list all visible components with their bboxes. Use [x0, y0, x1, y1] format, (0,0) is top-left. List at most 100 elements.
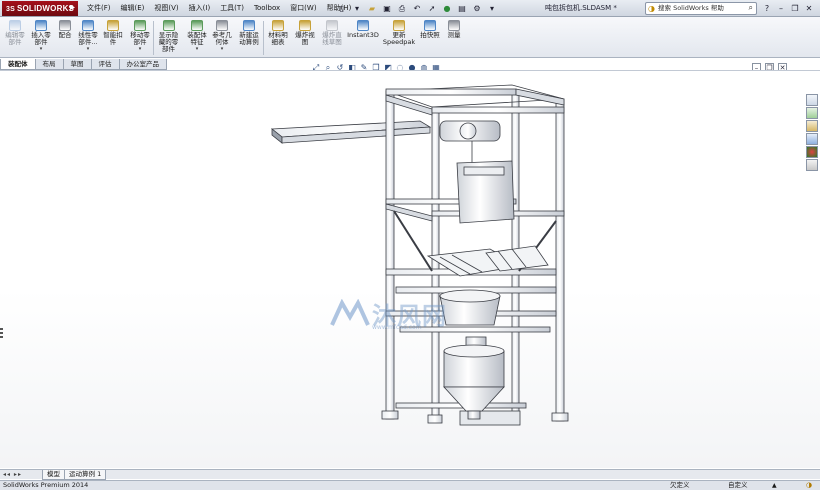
menu-view[interactable]: 视图(V): [149, 0, 183, 17]
file-properties-icon[interactable]: ▤: [455, 2, 469, 15]
show-hidden-icon: [162, 20, 175, 31]
help-question-icon[interactable]: ?: [762, 3, 772, 15]
update-speedpak-button[interactable]: 更新 Speedpak: [382, 20, 416, 58]
task-pane-tabs: [806, 94, 818, 171]
mate-button[interactable]: 配合: [55, 20, 75, 58]
close-icon[interactable]: ✕: [804, 3, 814, 15]
exploded-view-icon: [299, 20, 311, 31]
bottom-tabs: ◂◂ ▸▸ 模型 运动算例 1: [0, 469, 820, 480]
file-explorer-icon[interactable]: [806, 120, 818, 132]
unit-system[interactable]: 自定义: [728, 481, 748, 490]
panel-resize-handle[interactable]: [0, 328, 4, 344]
options-icon[interactable]: ⚙: [470, 2, 484, 15]
view-palette-icon[interactable]: [806, 133, 818, 145]
menu-toolbox[interactable]: Toolbox: [249, 0, 285, 17]
undo-icon[interactable]: ↶: [410, 2, 424, 15]
chevron-up-icon[interactable]: ▲: [772, 481, 777, 490]
product-name: SolidWorks Premium 2014: [3, 481, 89, 489]
design-library-icon[interactable]: [806, 107, 818, 119]
tab-scroll-arrows-icon[interactable]: ◂◂ ▸▸: [3, 470, 22, 479]
speedpak-icon: [393, 20, 405, 31]
reference-geometry-button[interactable]: 参考几 何体 ▾: [210, 20, 234, 58]
chevron-right-icon: ▶: [70, 5, 75, 11]
chevron-down-icon[interactable]: ▾: [350, 2, 364, 15]
graphics-area[interactable]: 沐风网 www.mfcad.com Y X: [0, 70, 820, 490]
explode-line-sketch-icon: [326, 20, 338, 31]
take-snapshot-button[interactable]: 拍快照: [418, 20, 442, 58]
measure-button[interactable]: 测量: [443, 20, 465, 58]
quick-access-toolbar: ▯ ▾ ▰ ▣ ⎙ ↶ ➚ ● ▤ ⚙ ▾: [335, 1, 499, 16]
help-search-placeholder: 搜索 SolidWorks 帮助: [658, 4, 724, 12]
new-motion-study-button[interactable]: 新建运 动算例: [236, 20, 262, 58]
insert-component-icon: [35, 20, 47, 31]
solidworks-logo[interactable]: 3S SOLIDWORKS ▶: [2, 1, 78, 16]
brand-name: SOLIDWORKS: [16, 4, 75, 13]
open-folder-icon[interactable]: ▰: [365, 2, 379, 15]
assembly-model[interactable]: [0, 71, 820, 469]
instant3d-icon: [357, 20, 369, 31]
help-search-input[interactable]: ◑ 搜索 SolidWorks 帮助 ⌕: [645, 2, 757, 15]
explode-line-sketch-button[interactable]: 爆炸直 线草图: [318, 20, 346, 58]
search-icon[interactable]: ⌕: [749, 2, 753, 13]
save-icon[interactable]: ▣: [380, 2, 394, 15]
exploded-view-button[interactable]: 爆炸视 图: [292, 20, 318, 58]
separator: [153, 21, 154, 55]
print-icon[interactable]: ⎙: [395, 2, 409, 15]
tab-model[interactable]: 模型: [42, 470, 65, 480]
smart-fastener-icon: [107, 20, 119, 31]
ds-logo-icon: 3S: [6, 6, 15, 13]
watermark-logo-icon: [330, 298, 370, 329]
window-controls: ? – ❐ ✕: [762, 0, 814, 17]
tab-sketch[interactable]: 草图: [62, 59, 92, 70]
camera-icon: [424, 20, 436, 31]
menu-window[interactable]: 窗口(W): [285, 0, 321, 17]
bill-of-materials-icon: [272, 20, 284, 31]
watermark-url: www.mfcad.com: [372, 324, 422, 331]
move-component-button[interactable]: 移动零 部件 ▾: [126, 20, 154, 58]
select-icon[interactable]: ➚: [425, 2, 439, 15]
new-document-icon[interactable]: ▯: [335, 2, 349, 15]
assembly-features-button[interactable]: 装配体 特征 ▾: [184, 20, 210, 58]
help-icon[interactable]: ◑: [806, 481, 812, 490]
insert-component-button[interactable]: 插入零 部件 ▾: [28, 20, 54, 58]
custom-properties-icon[interactable]: [806, 159, 818, 171]
chevron-down-icon[interactable]: ▾: [28, 46, 54, 53]
appearances-icon[interactable]: [806, 146, 818, 158]
menu-file[interactable]: 文件(F): [82, 0, 116, 17]
help-icon: ◑: [648, 4, 655, 13]
bill-of-materials-button[interactable]: 材料明 细表: [265, 20, 291, 58]
menu-tools[interactable]: 工具(T): [215, 0, 249, 17]
linear-pattern-button[interactable]: 线性零 部件... ▾: [74, 20, 102, 58]
tab-evaluate[interactable]: 评估: [90, 59, 120, 70]
assembly-features-icon: [191, 20, 203, 31]
show-hidden-components-button[interactable]: 显示隐 藏的零 部件: [155, 20, 182, 58]
separator: [263, 21, 264, 55]
reference-geometry-icon: [216, 20, 228, 31]
document-title: 吨包拆包机.SLDASM *: [545, 4, 617, 12]
motion-study-icon: [243, 20, 255, 31]
rebuild-icon[interactable]: ●: [440, 2, 454, 15]
instant3d-button[interactable]: Instant3D: [346, 20, 380, 58]
edit-component-icon: [9, 20, 21, 31]
status-bar: SolidWorks Premium 2014 欠定义 自定义 ▲ ◑: [0, 480, 820, 490]
menu-insert[interactable]: 插入(I): [184, 0, 216, 17]
smart-fasteners-button[interactable]: 智能扣 件: [100, 20, 126, 58]
solidworks-resources-icon[interactable]: [806, 94, 818, 106]
minimize-icon[interactable]: –: [776, 3, 786, 15]
chevron-down-icon[interactable]: ▾: [184, 46, 210, 53]
chevron-down-icon[interactable]: ▾: [210, 46, 234, 53]
restore-icon[interactable]: ❐: [790, 3, 800, 15]
linear-pattern-icon: [82, 20, 94, 31]
chevron-down-icon[interactable]: ▾: [126, 46, 154, 53]
menu-bar: 文件(F) 编辑(E) 视图(V) 插入(I) 工具(T) Toolbox 窗口…: [82, 0, 356, 17]
tab-layout[interactable]: 布局: [34, 59, 64, 70]
move-component-icon: [134, 20, 146, 31]
tab-office-products[interactable]: 办公室产品: [118, 59, 167, 70]
edit-component-button[interactable]: 编辑零 部件: [3, 20, 27, 58]
definition-status: 欠定义: [670, 481, 690, 489]
tab-assembly[interactable]: 装配体: [0, 59, 36, 70]
menu-edit[interactable]: 编辑(E): [116, 0, 150, 17]
tab-motion-study-1[interactable]: 运动算例 1: [64, 470, 107, 480]
chevron-down-icon[interactable]: ▾: [74, 46, 102, 53]
chevron-down-icon[interactable]: ▾: [485, 2, 499, 15]
